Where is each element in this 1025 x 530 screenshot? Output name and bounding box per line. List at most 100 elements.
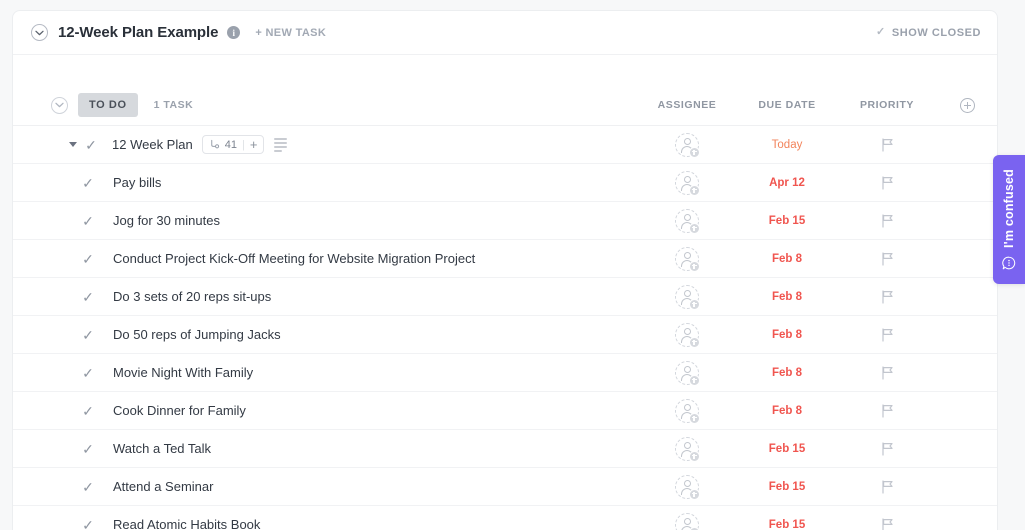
- priority-cell[interactable]: [837, 175, 937, 190]
- avatar-add-assignee-icon[interactable]: [675, 284, 700, 310]
- priority-cell[interactable]: [837, 365, 937, 380]
- avatar-add-assignee-icon[interactable]: [675, 398, 700, 424]
- assignee-cell[interactable]: [637, 284, 737, 310]
- due-date-value[interactable]: Feb 15: [769, 215, 805, 227]
- show-closed-toggle[interactable]: ✓ SHOW CLOSED: [876, 27, 981, 39]
- task-name[interactable]: Cook Dinner for Family: [113, 403, 246, 418]
- new-task-button[interactable]: + NEW TASK: [255, 27, 326, 39]
- avatar-add-assignee-icon[interactable]: [675, 208, 700, 234]
- column-header-due-date[interactable]: DUE DATE: [737, 99, 837, 111]
- assignee-cell[interactable]: [637, 398, 737, 424]
- info-icon[interactable]: i: [227, 26, 241, 39]
- due-date-value[interactable]: Feb 8: [772, 367, 802, 379]
- due-date-cell[interactable]: Feb 15: [737, 481, 837, 493]
- task-complete-check-icon[interactable]: ✓: [81, 252, 95, 266]
- table-row[interactable]: ✓ Pay bills Apr 12: [13, 164, 997, 202]
- task-name[interactable]: Read Atomic Habits Book: [113, 517, 260, 530]
- task-complete-check-icon[interactable]: ✓: [81, 328, 95, 342]
- task-name[interactable]: 12 Week Plan: [112, 137, 193, 152]
- feedback-tab[interactable]: I'm confused: [993, 155, 1025, 284]
- avatar-add-assignee-icon[interactable]: [675, 436, 700, 462]
- task-complete-check-icon[interactable]: ✓: [81, 290, 95, 304]
- assignee-cell[interactable]: [637, 360, 737, 386]
- due-date-value[interactable]: Feb 8: [772, 329, 802, 341]
- due-date-value[interactable]: Feb 15: [769, 481, 805, 493]
- avatar-add-assignee-icon[interactable]: [675, 170, 700, 196]
- table-row[interactable]: ✓ Watch a Ted Talk Feb 15: [13, 430, 997, 468]
- task-name[interactable]: Pay bills: [113, 175, 161, 190]
- due-date-cell[interactable]: Feb 15: [737, 519, 837, 530]
- due-date-cell[interactable]: Feb 8: [737, 367, 837, 379]
- column-header-priority[interactable]: PRIORITY: [837, 99, 937, 111]
- task-name[interactable]: Do 3 sets of 20 reps sit-ups: [113, 289, 271, 304]
- task-complete-check-icon[interactable]: ✓: [84, 138, 98, 152]
- chevron-down-circle-icon[interactable]: [31, 24, 48, 41]
- plus-circle-icon[interactable]: [959, 97, 975, 113]
- due-date-cell[interactable]: Today: [737, 139, 837, 151]
- due-date-value[interactable]: Feb 8: [772, 253, 802, 265]
- due-date-cell[interactable]: Feb 15: [737, 215, 837, 227]
- priority-cell[interactable]: [837, 289, 937, 304]
- due-date-value[interactable]: Feb 15: [769, 443, 805, 455]
- task-name[interactable]: Attend a Seminar: [113, 479, 213, 494]
- task-name[interactable]: Do 50 reps of Jumping Jacks: [113, 327, 281, 342]
- table-row[interactable]: ✓ Cook Dinner for Family Feb 8: [13, 392, 997, 430]
- task-complete-check-icon[interactable]: ✓: [81, 480, 95, 494]
- assignee-cell[interactable]: [637, 474, 737, 500]
- assignee-cell[interactable]: [637, 208, 737, 234]
- avatar-add-assignee-icon[interactable]: [675, 246, 700, 272]
- subtask-count-badge[interactable]: 41 | +: [201, 135, 265, 154]
- due-date-value[interactable]: Today: [772, 139, 803, 151]
- description-lines-icon[interactable]: [274, 137, 288, 152]
- table-row[interactable]: ✓ Movie Night With Family Feb 8: [13, 354, 997, 392]
- assignee-cell[interactable]: [637, 170, 737, 196]
- assignee-cell[interactable]: [637, 246, 737, 272]
- assignee-cell[interactable]: [637, 512, 737, 530]
- due-date-cell[interactable]: Apr 12: [737, 177, 837, 189]
- task-name[interactable]: Movie Night With Family: [113, 365, 253, 380]
- assignee-cell[interactable]: [637, 132, 737, 158]
- task-complete-check-icon[interactable]: ✓: [81, 442, 95, 456]
- table-row[interactable]: ✓ Conduct Project Kick-Off Meeting for We…: [13, 240, 997, 278]
- avatar-add-assignee-icon[interactable]: [675, 132, 700, 158]
- due-date-value[interactable]: Feb 8: [772, 405, 802, 417]
- avatar-add-assignee-icon[interactable]: [675, 360, 700, 386]
- task-complete-check-icon[interactable]: ✓: [81, 214, 95, 228]
- priority-cell[interactable]: [837, 213, 937, 228]
- table-row[interactable]: ✓ Attend a Seminar Feb 15: [13, 468, 997, 506]
- due-date-cell[interactable]: Feb 8: [737, 253, 837, 265]
- avatar-add-assignee-icon[interactable]: [675, 474, 700, 500]
- group-chevron-down-circle-icon[interactable]: [51, 96, 68, 114]
- due-date-cell[interactable]: Feb 8: [737, 329, 837, 341]
- task-complete-check-icon[interactable]: ✓: [81, 366, 95, 380]
- assignee-cell[interactable]: [637, 322, 737, 348]
- due-date-cell[interactable]: Feb 15: [737, 443, 837, 455]
- task-complete-check-icon[interactable]: ✓: [81, 518, 95, 530]
- column-header-assignee[interactable]: ASSIGNEE: [637, 99, 737, 111]
- due-date-value[interactable]: Apr 12: [769, 177, 805, 189]
- status-pill-todo[interactable]: TO DO: [78, 93, 138, 117]
- avatar-add-assignee-icon[interactable]: [675, 512, 700, 530]
- priority-cell[interactable]: [837, 403, 937, 418]
- task-complete-check-icon[interactable]: ✓: [81, 404, 95, 418]
- task-complete-check-icon[interactable]: ✓: [81, 176, 95, 190]
- assignee-cell[interactable]: [637, 436, 737, 462]
- task-name[interactable]: Watch a Ted Talk: [113, 441, 211, 456]
- due-date-value[interactable]: Feb 8: [772, 291, 802, 303]
- priority-cell[interactable]: [837, 441, 937, 456]
- avatar-add-assignee-icon[interactable]: [675, 322, 700, 348]
- table-row[interactable]: ✓ Jog for 30 minutes Feb 15: [13, 202, 997, 240]
- table-row[interactable]: ✓ Read Atomic Habits Book Feb 15: [13, 506, 997, 530]
- task-name[interactable]: Jog for 30 minutes: [113, 213, 220, 228]
- table-row[interactable]: ✓ Do 50 reps of Jumping Jacks Feb 8: [13, 316, 997, 354]
- due-date-cell[interactable]: Feb 8: [737, 405, 837, 417]
- priority-cell[interactable]: [837, 479, 937, 494]
- due-date-value[interactable]: Feb 15: [769, 519, 805, 530]
- task-name[interactable]: Conduct Project Kick-Off Meeting for Web…: [113, 251, 475, 266]
- table-row[interactable]: ✓ 12 Week Plan 41 | + Today: [13, 126, 997, 164]
- priority-cell[interactable]: [837, 327, 937, 342]
- due-date-cell[interactable]: Feb 8: [737, 291, 837, 303]
- priority-cell[interactable]: [837, 517, 937, 530]
- priority-cell[interactable]: [837, 137, 937, 152]
- caret-down-icon[interactable]: [69, 142, 77, 147]
